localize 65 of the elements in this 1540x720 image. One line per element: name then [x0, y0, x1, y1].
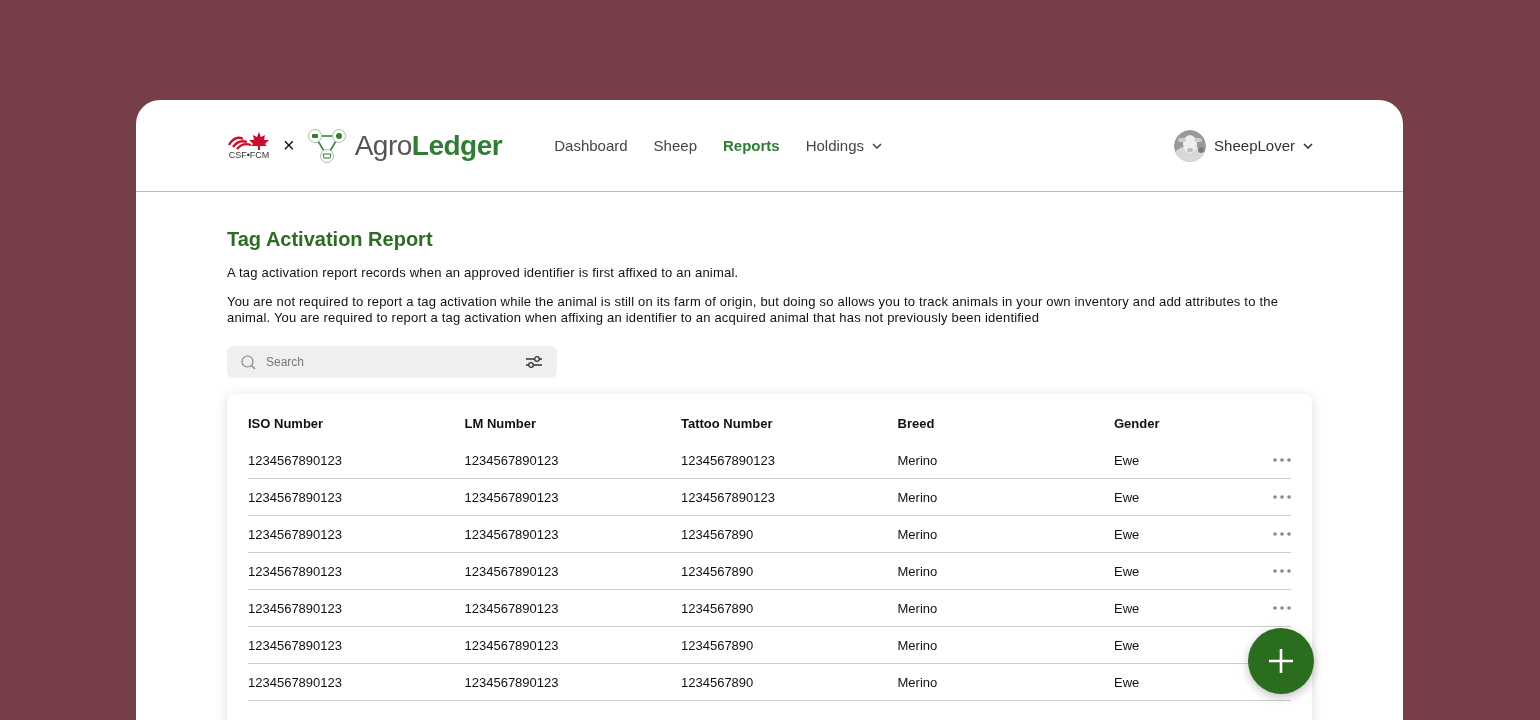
- page-title: Tag Activation Report: [227, 228, 434, 251]
- search-field[interactable]: Search: [227, 346, 557, 378]
- chevron-down-icon: [872, 142, 883, 149]
- table-cell-text: 1234567890123: [681, 489, 776, 505]
- table-cell-text: Merino: [897, 489, 939, 505]
- table-cell-text: Ewe: [1114, 452, 1141, 468]
- table-cell-text: 1234567890123: [464, 674, 560, 690]
- table-cell-text: 1234567890123: [248, 674, 343, 690]
- network-triangle-logo-icon: [306, 127, 347, 164]
- table-cell-text: 1234567890123: [248, 452, 343, 468]
- table-cell-text: 1234567890123: [464, 489, 560, 505]
- table-cell-text: 1234567890123: [464, 452, 560, 468]
- table-cell-text: 1234567890: [681, 637, 755, 653]
- more-options-icon[interactable]: [1273, 569, 1291, 573]
- table-cell-text: 1234567890123: [464, 526, 560, 542]
- brand-logo-text: AgroLedger: [354, 129, 503, 162]
- partner-logo-text: CSF•FCM: [228, 151, 270, 160]
- nav-link[interactable]: Holdings: [805, 137, 883, 154]
- table-cell-text: 1234567890123: [464, 600, 560, 616]
- table-cell-text: Merino: [897, 674, 939, 690]
- table-cell-text: 1234567890123: [248, 489, 343, 505]
- table-cell-text: 1234567890123: [464, 637, 560, 653]
- table-cell-text: Ewe: [1114, 674, 1141, 690]
- more-options-icon[interactable]: [1273, 458, 1291, 462]
- nav-link[interactable]: Sheep: [653, 137, 697, 154]
- table-cell-text: Merino: [897, 600, 939, 616]
- table-cell-text: Merino: [897, 452, 939, 468]
- user-menu[interactable]: SheepLover: [1174, 129, 1313, 162]
- table-cell-text: 1234567890: [681, 674, 755, 690]
- table-cell-text: 1234567890123: [464, 563, 560, 579]
- more-options-icon[interactable]: [1273, 532, 1291, 536]
- nav-link[interactable]: Reports: [722, 137, 780, 154]
- table-cell-text: 1234567890123: [248, 563, 343, 579]
- table-cell-text: Merino: [897, 637, 939, 653]
- table-cell-text: Merino: [897, 526, 939, 542]
- table-cell-text: 1234567890123: [248, 526, 343, 542]
- table-cell-text: Merino: [897, 563, 939, 579]
- column-header: Breed: [897, 415, 936, 431]
- table-cell-text: Ewe: [1114, 637, 1141, 653]
- column-header: LM Number: [464, 415, 537, 431]
- table-cell-text: 1234567890123: [681, 452, 776, 468]
- description-text: You are not required to report a tag activation while the animal is still on its farm of origin, but doing so allows you to track animals in your own inventory and add attributes to the animal. You are required to report a tag activation when affixing an identifier to an acquired animal that has not previously been identified: [227, 294, 1280, 326]
- filter-sliders-icon[interactable]: [525, 355, 543, 369]
- maple-leaf-logo-icon: [227, 131, 271, 151]
- table-cell-text: 1234567890: [681, 526, 755, 542]
- table-cell-text: Ewe: [1114, 526, 1141, 542]
- description-text: A tag activation report records when an approved identifier is first affixed to an animal.: [227, 265, 740, 281]
- search-icon: [241, 354, 256, 370]
- table-cell-text: Ewe: [1114, 563, 1141, 579]
- column-header: Tattoo Number: [681, 415, 774, 431]
- plus-icon: [1268, 648, 1294, 674]
- table-cell-text: 1234567890123: [248, 637, 343, 653]
- more-options-icon[interactable]: [1273, 495, 1291, 499]
- nav-link[interactable]: Dashboard: [554, 137, 628, 154]
- table-cell-text: Ewe: [1114, 600, 1141, 616]
- more-options-icon[interactable]: [1273, 606, 1291, 610]
- column-header: ISO Number: [248, 415, 325, 431]
- separator-text: ×: [283, 134, 295, 157]
- table-cell-text: 1234567890: [681, 563, 755, 579]
- search-field[interactable]: Search: [264, 354, 517, 370]
- table-cell-text: Ewe: [1114, 489, 1141, 505]
- table-cell-text: 1234567890123: [248, 600, 343, 616]
- table-cell-text: 1234567890: [681, 600, 755, 616]
- chevron-down-icon: [1303, 142, 1313, 149]
- column-header: Gender: [1114, 415, 1161, 431]
